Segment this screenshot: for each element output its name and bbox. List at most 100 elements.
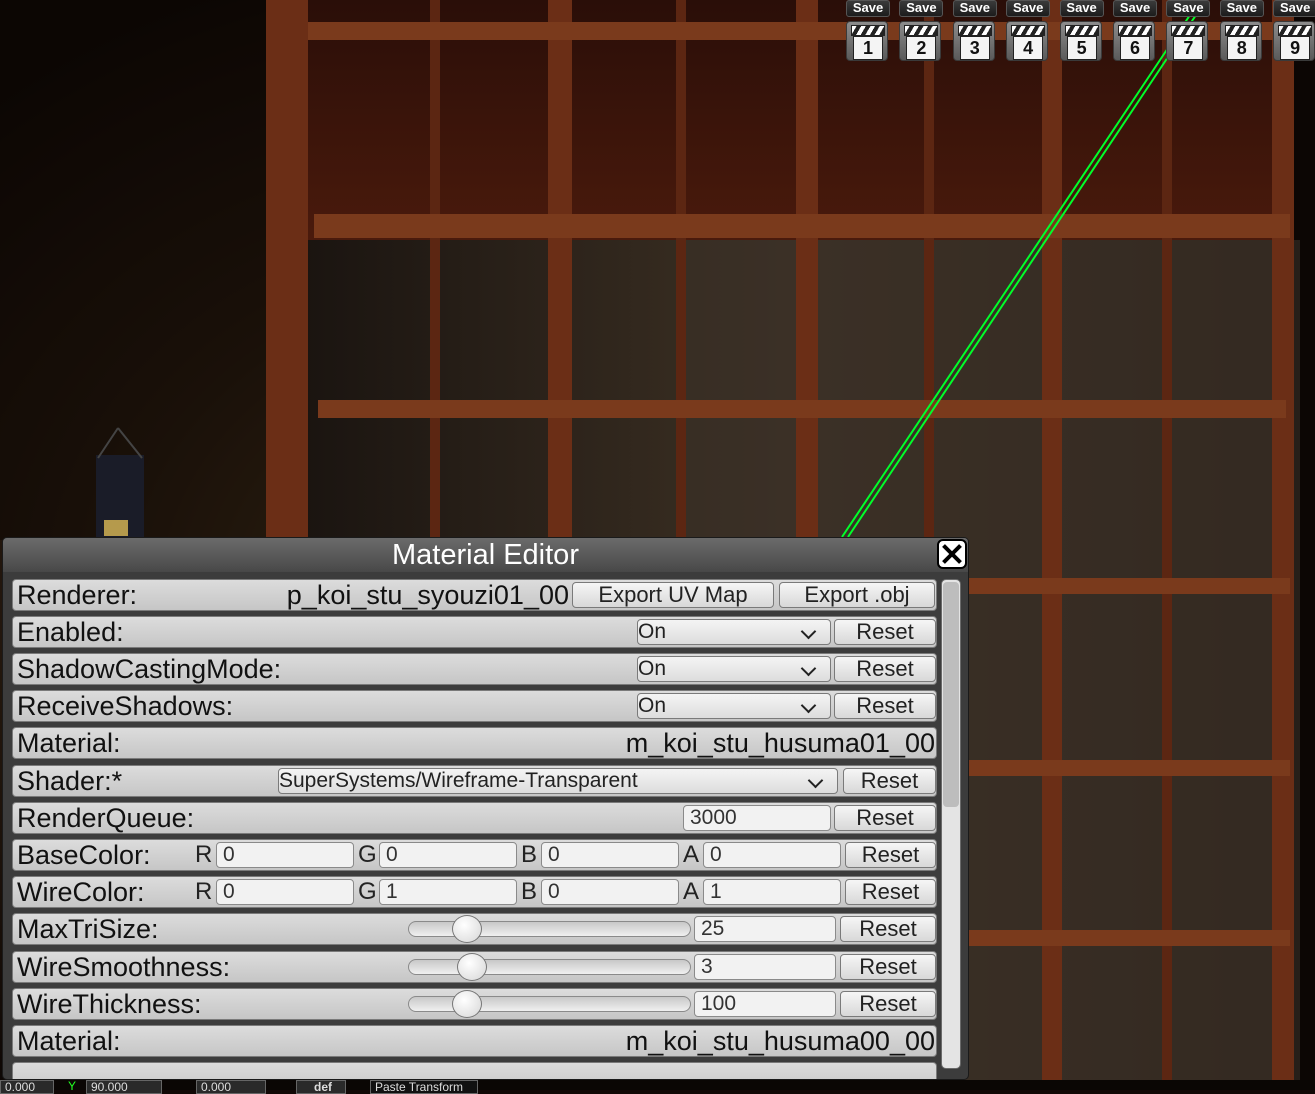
save-button[interactable]: Save — [1006, 0, 1051, 17]
clapperboard-icon[interactable]: 9 — [1273, 21, 1315, 61]
wire-color-r-label: R — [195, 878, 213, 905]
receive-shadows-reset-button[interactable]: Reset — [834, 693, 936, 719]
clapperboard-icon[interactable]: 4 — [1006, 21, 1049, 61]
render-queue-reset-button[interactable]: Reset — [834, 805, 936, 831]
slider-handle[interactable] — [456, 953, 487, 981]
clapperboard-icon[interactable]: 5 — [1059, 21, 1102, 61]
clapperboard-icon[interactable]: 2 — [899, 21, 942, 61]
save-button[interactable]: Save — [952, 0, 997, 17]
shadow-casting-row: ShadowCastingMode: On Reset — [12, 653, 937, 685]
export-uv-map-button[interactable]: Export UV Map — [572, 582, 774, 608]
base-color-r-input[interactable]: 0 — [216, 842, 354, 868]
save-slot-1[interactable]: Save 1 — [844, 0, 890, 64]
material-name: m_koi_stu_husuma00_00 — [625, 1026, 935, 1056]
clapperboard-icon[interactable]: 1 — [846, 21, 888, 61]
receive-shadows-label: ReceiveShadows: — [17, 691, 234, 721]
wire-color-a-input[interactable]: 1 — [703, 879, 841, 905]
wire-color-a-label: A — [683, 878, 700, 905]
save-slot-4[interactable]: Save 4 — [1004, 0, 1051, 64]
slot-number: 1 — [853, 36, 883, 60]
wire-color-reset-button[interactable]: Reset — [845, 879, 936, 905]
clapper-stripes — [1011, 25, 1046, 36]
wire-color-g-input[interactable]: 1 — [379, 879, 517, 905]
position-z-field[interactable]: 0.000 — [196, 1080, 266, 1094]
slot-number: 9 — [1280, 36, 1311, 60]
save-slot-9[interactable]: Save 9 — [1271, 0, 1315, 64]
material-name: m_koi_stu_husuma01_00 — [625, 728, 935, 758]
base-color-label: BaseColor: — [17, 840, 151, 870]
save-button[interactable]: Save — [1166, 0, 1211, 17]
def-button[interactable]: def — [296, 1080, 346, 1094]
slot-number: 5 — [1066, 36, 1097, 60]
max-tri-size-input[interactable]: 25 — [694, 916, 836, 942]
save-button[interactable]: Save — [899, 0, 944, 17]
base-color-a-input[interactable]: 0 — [703, 842, 841, 868]
slot-number: 8 — [1226, 36, 1257, 60]
position-y-field[interactable]: 90.000 — [86, 1080, 162, 1094]
material-row: Material: m_koi_stu_husuma00_00 — [12, 1025, 937, 1057]
vertical-scrollbar[interactable] — [941, 579, 961, 1069]
save-slot-7[interactable]: Save 7 — [1164, 0, 1211, 64]
material-editor-window: Material Editor Renderer: p_koi_stu_syou… — [2, 537, 969, 1080]
chevron-down-icon — [807, 772, 824, 789]
clapperboard-icon[interactable]: 3 — [952, 21, 995, 61]
wire-color-r-input[interactable]: 0 — [216, 879, 354, 905]
save-button[interactable]: Save — [1113, 0, 1157, 17]
wire-smoothness-input[interactable]: 3 — [694, 954, 836, 980]
base-color-g-label: G — [358, 841, 377, 868]
save-slot-2[interactable]: Save 2 — [897, 0, 944, 64]
axis-y-label: Y — [68, 1080, 77, 1093]
shader-dropdown[interactable]: SuperSystems/Wireframe-Transparent — [278, 768, 838, 794]
material-row: Material: m_koi_stu_husuma01_00 — [12, 727, 937, 759]
enabled-dropdown[interactable]: On — [637, 619, 831, 645]
clapper-stripes — [851, 25, 885, 36]
save-slot-6[interactable]: Save 6 — [1111, 0, 1157, 64]
wire-smoothness-slider[interactable] — [408, 953, 691, 981]
scrollbar-thumb[interactable] — [943, 582, 959, 807]
slider-handle[interactable] — [451, 915, 482, 943]
save-button[interactable]: Save — [846, 0, 890, 17]
save-slot-8[interactable]: Save 8 — [1218, 0, 1264, 64]
wire-thickness-input[interactable]: 100 — [694, 991, 836, 1017]
wire-color-label: WireColor: — [17, 877, 145, 907]
chevron-down-icon — [800, 697, 817, 714]
material-label: Material: — [17, 1026, 121, 1056]
slot-number: 6 — [1120, 36, 1150, 60]
position-x-field[interactable]: 0.000 — [0, 1080, 54, 1094]
shadow-casting-dropdown[interactable]: On — [637, 656, 831, 682]
clapperboard-icon[interactable]: 8 — [1219, 21, 1262, 61]
paste-transform-button[interactable]: Paste Transform — [370, 1080, 478, 1094]
renderer-name: p_koi_stu_syouzi01_00 — [286, 580, 569, 610]
save-button[interactable]: Save — [1059, 0, 1104, 17]
clapperboard-icon[interactable]: 6 — [1113, 21, 1155, 61]
wire-color-b-input[interactable]: 0 — [541, 879, 679, 905]
wire-thickness-reset-button[interactable]: Reset — [840, 991, 936, 1017]
export-obj-button[interactable]: Export .obj — [779, 582, 935, 608]
save-button[interactable]: Save — [1219, 0, 1264, 17]
shader-label: Shader:* — [17, 766, 123, 796]
slider-handle[interactable] — [451, 990, 482, 1018]
wire-thickness-row: WireThickness: 100 Reset — [12, 988, 937, 1020]
enabled-value: On — [638, 620, 667, 643]
wire-thickness-slider[interactable] — [408, 990, 691, 1018]
shader-reset-button[interactable]: Reset — [843, 768, 936, 794]
receive-shadows-row: ReceiveShadows: On Reset — [12, 690, 937, 722]
base-color-b-input[interactable]: 0 — [541, 842, 679, 868]
wire-smoothness-reset-button[interactable]: Reset — [840, 954, 936, 980]
max-tri-size-reset-button[interactable]: Reset — [840, 916, 936, 942]
base-color-reset-button[interactable]: Reset — [845, 842, 936, 868]
close-icon[interactable] — [937, 539, 967, 569]
save-slot-5[interactable]: Save 5 — [1058, 0, 1104, 64]
base-color-g-input[interactable]: 0 — [379, 842, 517, 868]
max-tri-size-slider[interactable] — [408, 915, 691, 943]
receive-shadows-dropdown[interactable]: On — [637, 693, 831, 719]
shadow-casting-reset-button[interactable]: Reset — [834, 656, 936, 682]
save-slot-3[interactable]: Save 3 — [951, 0, 997, 64]
wire-color-g-label: G — [358, 878, 377, 905]
save-button[interactable]: Save — [1273, 0, 1315, 17]
max-tri-size-label: MaxTriSize: — [17, 914, 159, 944]
render-queue-input[interactable]: 3000 — [683, 805, 831, 831]
enabled-reset-button[interactable]: Reset — [834, 619, 936, 645]
wire-color-row: WireColor: R 0 G 1 B 0 A 1 Reset — [12, 876, 937, 908]
clapperboard-icon[interactable]: 7 — [1166, 21, 1209, 61]
